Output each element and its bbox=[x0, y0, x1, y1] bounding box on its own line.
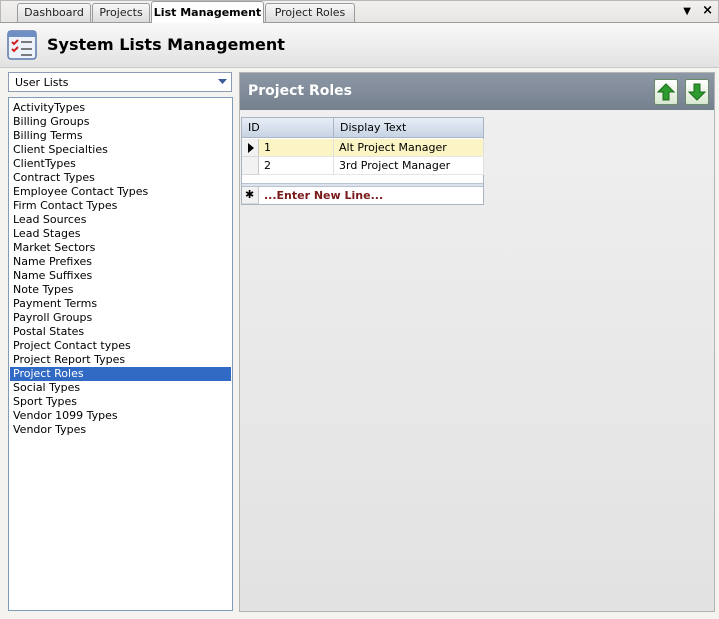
list-item[interactable]: Payment Terms bbox=[10, 297, 231, 311]
list-item[interactable]: Postal States bbox=[10, 325, 231, 339]
list-item[interactable]: Firm Contact Types bbox=[10, 199, 231, 213]
list-item[interactable]: Lead Sources bbox=[10, 213, 231, 227]
list-item[interactable]: Project Report Types bbox=[10, 353, 231, 367]
arrow-up-icon bbox=[657, 83, 675, 101]
cell-id[interactable]: 1 bbox=[259, 139, 334, 157]
move-up-button[interactable] bbox=[654, 79, 678, 105]
arrow-down-icon bbox=[688, 83, 706, 101]
window-controls: ▼ × bbox=[675, 3, 713, 18]
tab-dashboard[interactable]: Dashboard bbox=[17, 3, 91, 22]
page-title: System Lists Management bbox=[47, 35, 285, 54]
tab-project-roles[interactable]: Project Roles bbox=[265, 3, 355, 22]
list-item[interactable]: Sport Types bbox=[10, 395, 231, 409]
close-icon[interactable]: × bbox=[702, 3, 713, 18]
list-item[interactable]: Contract Types bbox=[10, 171, 231, 185]
roles-grid[interactable]: ID Display Text 1 Alt Project Manager 2 … bbox=[241, 117, 484, 205]
list-editor-panel: Project Roles ID Display Text 1 Alt Proj… bbox=[239, 72, 715, 612]
list-item[interactable]: Project Roles bbox=[10, 367, 231, 381]
list-item[interactable]: Payroll Groups bbox=[10, 311, 231, 325]
cell-display-text[interactable]: 3rd Project Manager bbox=[334, 157, 484, 175]
new-row-selector[interactable]: ✱ bbox=[242, 187, 259, 204]
new-row-placeholder[interactable]: ...Enter New Line... bbox=[260, 187, 383, 204]
asterisk-icon: ✱ bbox=[245, 188, 255, 201]
tab-menu-icon[interactable]: ▼ bbox=[683, 6, 691, 17]
current-row-icon bbox=[248, 143, 254, 153]
list-item[interactable]: Project Contact types bbox=[10, 339, 231, 353]
checklist-icon bbox=[7, 30, 37, 60]
list-item[interactable]: Billing Groups bbox=[10, 115, 231, 129]
chevron-down-icon[interactable] bbox=[214, 73, 231, 91]
tab-projects[interactable]: Projects bbox=[92, 3, 150, 22]
column-header-id[interactable]: ID bbox=[242, 118, 334, 138]
list-item[interactable]: Name Prefixes bbox=[10, 255, 231, 269]
list-item[interactable]: Name Suffixes bbox=[10, 269, 231, 283]
list-item[interactable]: Market Sectors bbox=[10, 241, 231, 255]
column-header-display-text[interactable]: Display Text bbox=[334, 118, 484, 138]
move-down-button[interactable] bbox=[685, 79, 709, 105]
list-item[interactable]: ClientTypes bbox=[10, 157, 231, 171]
panel-header: Project Roles bbox=[240, 73, 714, 110]
panel-title: Project Roles bbox=[248, 83, 352, 99]
cell-display-text[interactable]: Alt Project Manager bbox=[334, 139, 484, 157]
list-type-select[interactable]: User Lists bbox=[8, 72, 232, 92]
list-item[interactable]: Vendor 1099 Types bbox=[10, 409, 231, 423]
page-header: System Lists Management bbox=[0, 23, 719, 68]
system-lists[interactable]: ActivityTypes Billing Groups Billing Terms… bbox=[8, 97, 233, 611]
list-item[interactable]: ActivityTypes bbox=[10, 101, 231, 115]
list-item[interactable]: Lead Stages bbox=[10, 227, 231, 241]
row-selector[interactable] bbox=[242, 139, 259, 157]
cell-id[interactable]: 2 bbox=[259, 157, 334, 175]
row-selector[interactable] bbox=[242, 157, 259, 175]
list-item[interactable]: Vendor Types bbox=[10, 423, 231, 437]
list-type-value: User Lists bbox=[15, 76, 69, 89]
list-item[interactable]: Employee Contact Types bbox=[10, 185, 231, 199]
list-item[interactable]: Billing Terms bbox=[10, 129, 231, 143]
list-item[interactable]: Client Specialties bbox=[10, 143, 231, 157]
list-item[interactable]: Social Types bbox=[10, 381, 231, 395]
tab-list-management[interactable]: List Management bbox=[151, 1, 264, 23]
list-item[interactable]: Note Types bbox=[10, 283, 231, 297]
